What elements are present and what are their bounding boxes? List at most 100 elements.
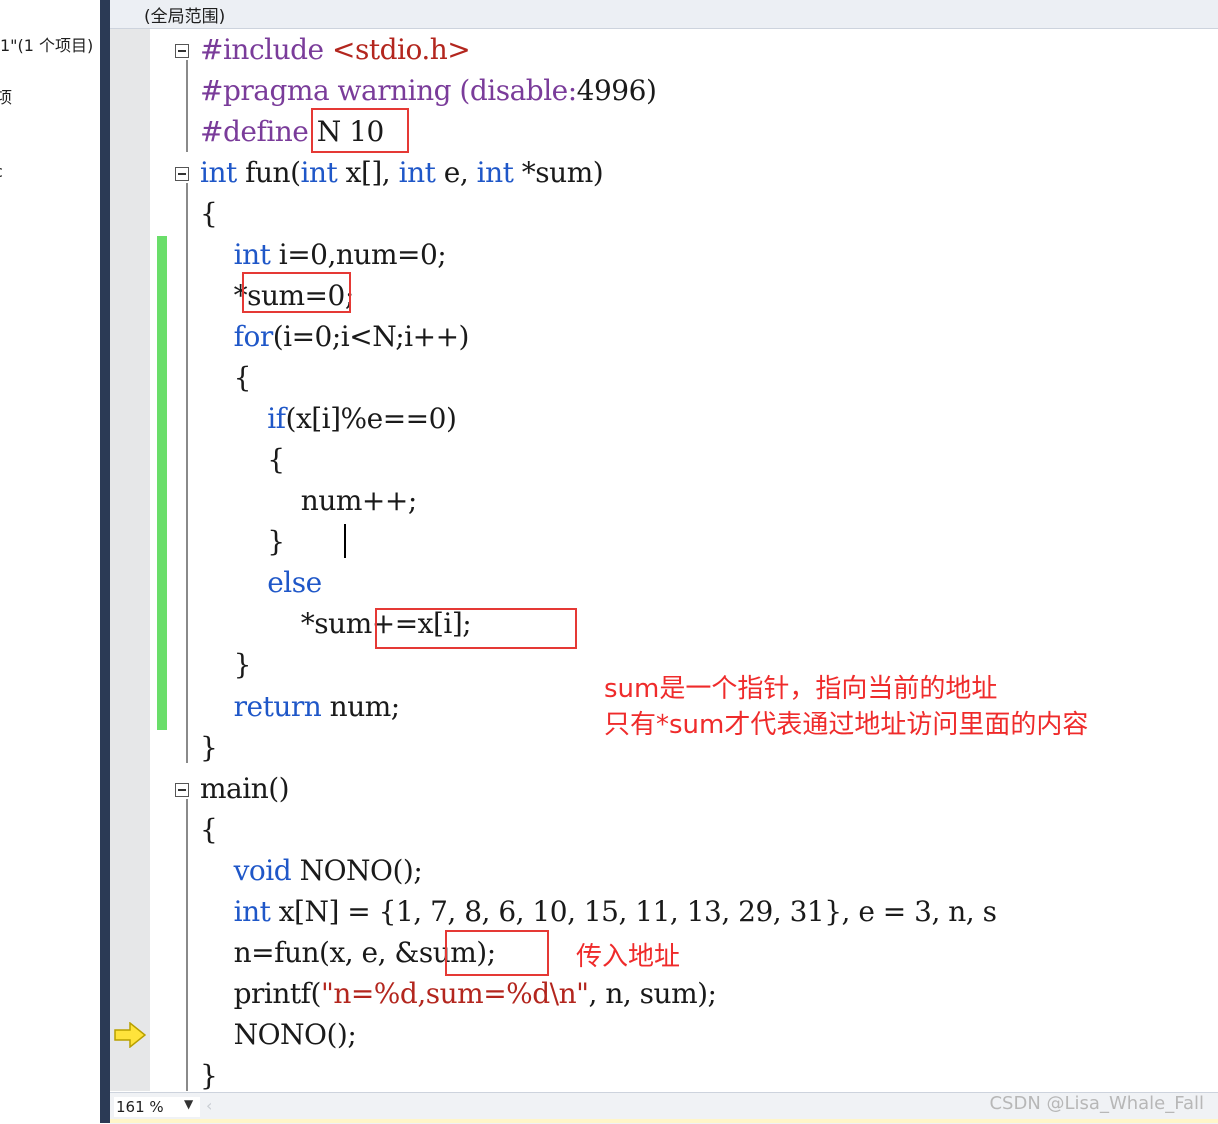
- zoom-value: 161 %: [116, 1098, 164, 1116]
- code-token: else: [267, 566, 322, 599]
- code-line[interactable]: for(i=0;i<N;i++): [200, 320, 470, 354]
- code-line[interactable]: {: [200, 361, 252, 395]
- highlight-box: [242, 272, 351, 313]
- code-line[interactable]: else: [200, 566, 322, 600]
- code-line[interactable]: {: [200, 443, 285, 477]
- code-token: ): [645, 74, 657, 107]
- code-token: i=0,num=0;: [270, 238, 447, 271]
- code-token: {: [200, 197, 218, 230]
- code-token: #include: [200, 33, 333, 66]
- code-token: fun(: [236, 156, 301, 189]
- outline-line: [186, 60, 188, 152]
- code-token: NONO();: [200, 1018, 357, 1051]
- code-token: }: [200, 648, 252, 681]
- code-token: 4996: [576, 74, 647, 107]
- code-token: }: [200, 525, 285, 558]
- code-token: x[],: [337, 156, 399, 189]
- code-line[interactable]: main(): [200, 772, 290, 806]
- scope-bar: (全局范围): [110, 0, 1218, 29]
- watermark: CSDN @Lisa_Whale_Fall: [989, 1093, 1204, 1114]
- code-token: num++;: [200, 484, 417, 517]
- code-line[interactable]: int fun(int x[], int e, int *sum): [200, 156, 604, 190]
- code-token: e,: [435, 156, 477, 189]
- code-token: void: [233, 854, 292, 887]
- solution-explorer-panel: 1"(1 个项目) 项 c: [0, 0, 100, 1123]
- code-line[interactable]: NONO();: [200, 1018, 357, 1052]
- solution-explorer-item[interactable]: c: [0, 162, 3, 181]
- code-token: int: [200, 156, 237, 189]
- code-token: printf(: [200, 977, 322, 1010]
- annotation-note: sum是一个指针，指向当前的地址: [604, 674, 998, 704]
- code-token: #pragma warning: [200, 74, 460, 107]
- code-token: num;: [321, 690, 401, 723]
- code-token: return: [233, 690, 322, 723]
- code-line[interactable]: }: [200, 731, 218, 765]
- outline-line: [186, 799, 188, 1091]
- solution-explorer-item[interactable]: 1"(1 个项目): [0, 32, 93, 56]
- code-line[interactable]: if(x[i]%e==0): [200, 402, 457, 436]
- current-statement-arrow-icon: [114, 1022, 146, 1048]
- code-token: #define: [200, 115, 309, 148]
- collapse-icon[interactable]: [175, 783, 189, 797]
- zoom-dropdown[interactable]: 161 % ▼: [114, 1097, 200, 1117]
- chevron-down-icon[interactable]: ▼: [184, 1097, 193, 1111]
- outline-line: [186, 183, 188, 763]
- code-token: (disable:: [459, 74, 577, 107]
- code-token: for: [233, 320, 274, 353]
- code-token: int: [300, 156, 338, 189]
- code-line[interactable]: {: [200, 197, 218, 231]
- collapse-icon[interactable]: [175, 44, 189, 58]
- code-token: int: [233, 895, 271, 928]
- code-token: int: [233, 238, 271, 271]
- text-caret: [344, 524, 346, 558]
- code-token: main(): [200, 772, 290, 805]
- code-token: (i=0;i<N;i++): [272, 320, 470, 353]
- code-line[interactable]: printf("n=%d,sum=%d\n", n, sum);: [200, 977, 717, 1011]
- code-token: (x[i]%e==0): [285, 402, 457, 435]
- code-token: <stdio.h>: [332, 33, 471, 66]
- code-token: }: [200, 1059, 218, 1092]
- code-line[interactable]: num++;: [200, 484, 417, 518]
- code-line[interactable]: #include <stdio.h>: [200, 33, 471, 67]
- code-line[interactable]: int x[N] = {1, 7, 8, 6, 10, 15, 11, 13, …: [200, 895, 997, 929]
- code-token: {: [200, 813, 218, 846]
- code-line[interactable]: void NONO();: [200, 854, 423, 888]
- code-line[interactable]: return num;: [200, 690, 401, 724]
- code-token: {: [200, 361, 252, 394]
- annotation-note: 只有*sum才代表通过地址访问里面的内容: [604, 710, 1089, 740]
- glyph-margin[interactable]: [110, 29, 150, 1091]
- solution-explorer-item[interactable]: 项: [0, 84, 12, 108]
- bottom-band: [110, 1119, 1218, 1123]
- scroll-left-icon[interactable]: ‹: [206, 1096, 212, 1115]
- code-token: int: [398, 156, 436, 189]
- code-token: x[N] = {1, 7, 8, 6, 10, 15, 11, 13, 29, …: [270, 895, 997, 928]
- code-token: *sum): [513, 156, 604, 189]
- code-token: , n, sum);: [588, 977, 717, 1010]
- code-line[interactable]: int i=0,num=0;: [200, 238, 447, 272]
- code-token: }: [200, 731, 218, 764]
- code-token: NONO();: [291, 854, 423, 887]
- scope-dropdown[interactable]: (全局范围): [144, 2, 225, 27]
- code-line[interactable]: }: [200, 525, 285, 559]
- panel-splitter[interactable]: [100, 0, 110, 1123]
- collapse-icon[interactable]: [175, 167, 189, 181]
- highlight-box: [445, 930, 549, 976]
- code-token: int: [476, 156, 514, 189]
- code-line[interactable]: }: [200, 648, 252, 682]
- code-line[interactable]: #pragma warning (disable:4996): [200, 74, 657, 108]
- change-indicator-bar: [157, 236, 167, 730]
- code-line[interactable]: {: [200, 813, 218, 847]
- code-line[interactable]: }: [200, 1059, 218, 1093]
- annotation-note: 传入地址: [576, 942, 681, 972]
- code-token: if: [267, 402, 286, 435]
- code-token: "n=%d,sum=%d\n": [320, 977, 589, 1010]
- highlight-box: [375, 608, 577, 649]
- highlight-box: [311, 108, 409, 153]
- code-token: {: [200, 443, 285, 476]
